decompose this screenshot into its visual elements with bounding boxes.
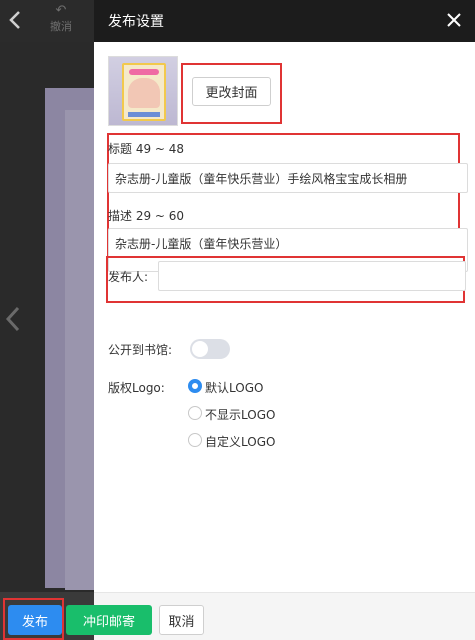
panel-header: 发布设置 xyxy=(94,0,475,42)
radio-hide-logo-label[interactable]: 不显示LOGO xyxy=(205,406,275,423)
publisher-label: 发布人: xyxy=(108,270,149,284)
print-mail-button[interactable]: 冲印邮寄 xyxy=(66,605,152,635)
undo-button[interactable]: ↶ 撤消 xyxy=(44,4,78,34)
radio-default-logo-label[interactable]: 默认LOGO xyxy=(205,379,263,396)
radio-default-logo[interactable] xyxy=(188,379,202,393)
toggle-knob xyxy=(192,341,208,357)
highlight-box-publish xyxy=(3,598,64,640)
chevron-left-icon[interactable] xyxy=(8,10,22,30)
cover-card xyxy=(122,63,166,121)
public-to-library-toggle[interactable] xyxy=(190,339,230,359)
title-input[interactable] xyxy=(108,163,468,193)
cover-title-strip xyxy=(129,69,159,75)
cover-photo xyxy=(128,78,160,108)
close-icon[interactable] xyxy=(446,12,462,28)
radio-hide-logo[interactable] xyxy=(188,406,202,420)
prev-page-icon[interactable] xyxy=(4,306,22,332)
public-to-library-label: 公开到书馆: xyxy=(108,343,173,357)
cancel-button[interactable]: 取消 xyxy=(159,605,204,635)
undo-icon: ↶ xyxy=(55,3,67,18)
cover-thumbnail xyxy=(108,56,178,126)
cover-bottom-strip xyxy=(128,112,160,117)
panel-title: 发布设置 xyxy=(108,14,164,30)
publisher-input[interactable] xyxy=(158,261,466,291)
undo-label: 撤消 xyxy=(50,20,72,33)
publish-settings-panel: 发布设置 更改封面 标题 49 ~ 48 描述 29 ~ 60 杂志册-儿童版（… xyxy=(94,0,475,640)
radio-custom-logo[interactable] xyxy=(188,433,202,447)
title-label: 标题 49 ~ 48 xyxy=(108,142,185,156)
description-label: 描述 29 ~ 60 xyxy=(108,209,185,223)
copyright-logo-label: 版权Logo: xyxy=(108,381,165,395)
album-page-inner xyxy=(65,110,94,590)
radio-custom-logo-label[interactable]: 自定义LOGO xyxy=(205,433,275,450)
highlight-box-cover xyxy=(181,63,282,124)
